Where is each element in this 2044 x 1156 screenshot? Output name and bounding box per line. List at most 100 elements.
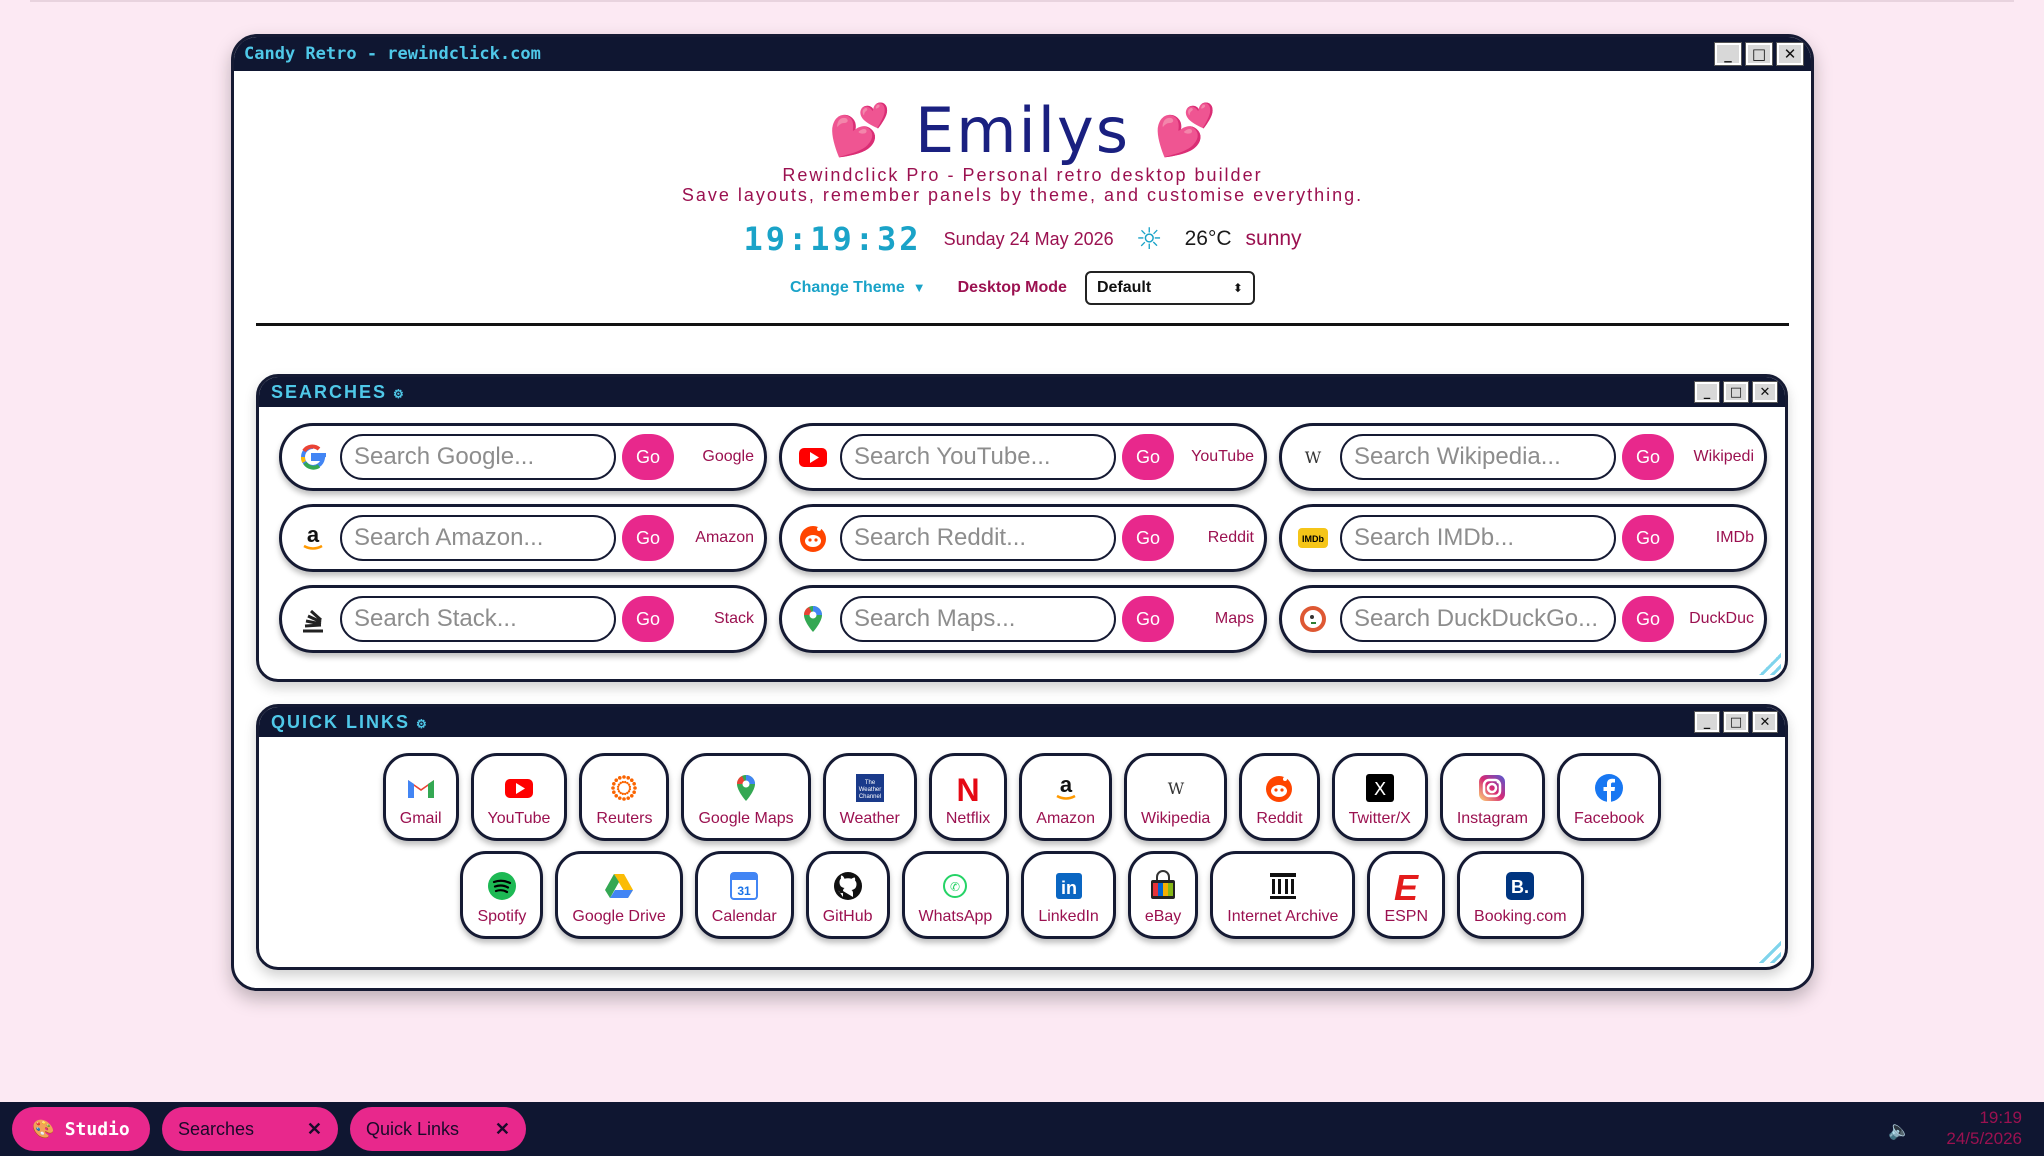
imdb-icon: IMDb bbox=[1296, 521, 1330, 555]
volume-icon[interactable]: 🔈 bbox=[1888, 1120, 1910, 1141]
search-input-stack[interactable]: Search Stack... bbox=[340, 596, 616, 642]
close-button[interactable]: ✕ bbox=[1776, 42, 1804, 66]
search-card-wikipedia: W Search Wikipedia... Go Wikipedi bbox=[1279, 423, 1767, 491]
close-button[interactable]: ✕ bbox=[1752, 381, 1778, 403]
close-icon[interactable]: ✕ bbox=[495, 1119, 510, 1140]
search-input-amazon[interactable]: Search Amazon... bbox=[340, 515, 616, 561]
drive-icon bbox=[603, 870, 635, 902]
go-button-stack[interactable]: Go bbox=[622, 596, 674, 642]
quick-links-panel-titlebar[interactable]: QUICK LINKS ⚙ _ □ ✕ bbox=[259, 707, 1785, 737]
quick-link-booking-com[interactable]: B. Booking.com bbox=[1457, 851, 1584, 939]
go-button-wikipedia[interactable]: Go bbox=[1622, 434, 1674, 480]
quick-link-label: WhatsApp bbox=[918, 908, 993, 925]
go-button-amazon[interactable]: Go bbox=[622, 515, 674, 561]
task-quick-links[interactable]: Quick Links ✕ bbox=[350, 1107, 526, 1151]
quick-link-label: Facebook bbox=[1573, 810, 1645, 827]
tagline-line-1: Rewindclick Pro - Personal retro desktop… bbox=[782, 165, 1263, 185]
search-card-imdb: IMDb Search IMDb... Go IMDb bbox=[1279, 504, 1767, 572]
gear-icon[interactable]: ⚙ bbox=[416, 717, 429, 731]
quick-link-google-drive[interactable]: Google Drive bbox=[555, 851, 683, 939]
spotify-icon bbox=[486, 870, 518, 902]
maps-icon bbox=[730, 772, 762, 804]
searches-panel-titlebar[interactable]: SEARCHES ⚙ _ □ ✕ bbox=[259, 377, 1785, 407]
maximize-button[interactable]: □ bbox=[1723, 381, 1749, 403]
maximize-button[interactable]: □ bbox=[1745, 42, 1773, 66]
quick-link-reuters[interactable]: Reuters bbox=[579, 753, 670, 841]
go-button-maps[interactable]: Go bbox=[1122, 596, 1174, 642]
gear-icon[interactable]: ⚙ bbox=[393, 387, 406, 401]
search-input-wikipedia[interactable]: Search Wikipedia... bbox=[1340, 434, 1616, 480]
duckduckgo-icon bbox=[1296, 602, 1330, 636]
quick-link-youtube[interactable]: YouTube bbox=[470, 753, 568, 841]
quick-links-panel: QUICK LINKS ⚙ _ □ ✕ Gmail YouTube Reuters Go… bbox=[256, 704, 1788, 970]
resize-handle[interactable] bbox=[1759, 941, 1781, 963]
weather-condition: sunny bbox=[1245, 227, 1302, 250]
search-input-youtube[interactable]: Search YouTube... bbox=[840, 434, 1116, 480]
desktop-mode-select[interactable]: Default ⬍ bbox=[1084, 271, 1255, 305]
task-searches[interactable]: Searches ✕ bbox=[162, 1107, 338, 1151]
svg-text:W: W bbox=[1305, 448, 1322, 467]
hearts-icon: 💕 bbox=[1154, 101, 1217, 159]
quick-link-espn[interactable]: E ESPN bbox=[1367, 851, 1446, 939]
panel-controls: _ □ ✕ bbox=[1694, 381, 1778, 403]
quick-link-github[interactable]: GitHub bbox=[805, 851, 890, 939]
quick-link-linkedin[interactable]: in LinkedIn bbox=[1021, 851, 1116, 939]
quick-link-netflix[interactable]: N Netflix bbox=[928, 753, 1008, 841]
quick-link-amazon[interactable]: a Amazon bbox=[1019, 753, 1112, 841]
go-button-youtube[interactable]: Go bbox=[1122, 434, 1174, 480]
x-icon: X bbox=[1364, 772, 1396, 804]
search-engine-label: YouTube bbox=[1191, 448, 1254, 465]
minimize-button[interactable]: _ bbox=[1694, 381, 1720, 403]
close-icon[interactable]: ✕ bbox=[307, 1119, 322, 1140]
netflix-icon: N bbox=[952, 772, 984, 804]
quick-link-ebay[interactable]: eBay bbox=[1127, 851, 1199, 939]
quick-link-spotify[interactable]: Spotify bbox=[460, 851, 544, 939]
quick-link-twitter-x[interactable]: X Twitter/X bbox=[1331, 753, 1428, 841]
booking-icon: B. bbox=[1504, 870, 1536, 902]
go-button-reddit[interactable]: Go bbox=[1122, 515, 1174, 561]
temperature: 26°C bbox=[1184, 227, 1232, 250]
maximize-button[interactable]: □ bbox=[1723, 711, 1749, 733]
quick-link-wikipedia[interactable]: W Wikipedia bbox=[1123, 753, 1228, 841]
search-input-duckduckgo[interactable]: Search DuckDuckGo... bbox=[1340, 596, 1616, 642]
search-input-google[interactable]: Search Google... bbox=[340, 434, 616, 480]
quick-link-facebook[interactable]: Facebook bbox=[1556, 753, 1662, 841]
wikipedia-icon: W bbox=[1160, 772, 1192, 804]
change-theme-button[interactable]: Change Theme ▼ bbox=[790, 279, 926, 297]
window-titlebar[interactable]: Candy Retro - rewindclick.com _ □ ✕ bbox=[234, 37, 1811, 71]
quick-link-instagram[interactable]: Instagram bbox=[1439, 753, 1545, 841]
facebook-icon bbox=[1593, 772, 1625, 804]
go-button-imdb[interactable]: Go bbox=[1622, 515, 1674, 561]
quick-link-calendar[interactable]: 31 Calendar bbox=[694, 851, 794, 939]
quick-link-weather[interactable]: The Weather Channel Weather bbox=[822, 753, 917, 841]
quick-link-google-maps[interactable]: Google Maps bbox=[681, 753, 811, 841]
amazon-icon: a bbox=[1050, 772, 1082, 804]
quick-links-panel-title: QUICK LINKS ⚙ bbox=[271, 712, 429, 733]
reddit-icon bbox=[1263, 772, 1295, 804]
quick-link-whatsapp[interactable]: ✆ WhatsApp bbox=[901, 851, 1010, 939]
quick-link-internet-archive[interactable]: Internet Archive bbox=[1210, 851, 1356, 939]
resize-handle[interactable] bbox=[1759, 653, 1781, 675]
task-label: Searches bbox=[178, 1118, 255, 1139]
go-button-google[interactable]: Go bbox=[622, 434, 674, 480]
go-button-duckduckgo[interactable]: Go bbox=[1622, 596, 1674, 642]
quick-link-gmail[interactable]: Gmail bbox=[382, 753, 459, 841]
svg-text:E: E bbox=[1394, 870, 1419, 902]
quick-link-label: Internet Archive bbox=[1227, 908, 1339, 925]
quick-link-label: Netflix bbox=[945, 810, 991, 827]
panel-controls: _ □ ✕ bbox=[1694, 711, 1778, 733]
instagram-icon bbox=[1476, 772, 1508, 804]
search-input-imdb[interactable]: Search IMDb... bbox=[1340, 515, 1616, 561]
svg-text:W: W bbox=[1167, 779, 1184, 798]
close-button[interactable]: ✕ bbox=[1752, 711, 1778, 733]
search-input-maps[interactable]: Search Maps... bbox=[840, 596, 1116, 642]
reuters-icon bbox=[608, 772, 640, 804]
minimize-button[interactable]: _ bbox=[1714, 42, 1742, 66]
minimize-button[interactable]: _ bbox=[1694, 711, 1720, 733]
svg-text:IMDb: IMDb bbox=[1302, 534, 1324, 544]
page-header: 💕 Emilys 💕 Rewindclick Pro - Personal re… bbox=[234, 71, 1811, 326]
studio-start-button[interactable]: 🎨 Studio bbox=[12, 1107, 150, 1151]
search-input-reddit[interactable]: Search Reddit... bbox=[840, 515, 1116, 561]
search-grid: Search Google... Go Google Search YouTube..… bbox=[259, 407, 1785, 653]
quick-link-reddit[interactable]: Reddit bbox=[1239, 753, 1320, 841]
